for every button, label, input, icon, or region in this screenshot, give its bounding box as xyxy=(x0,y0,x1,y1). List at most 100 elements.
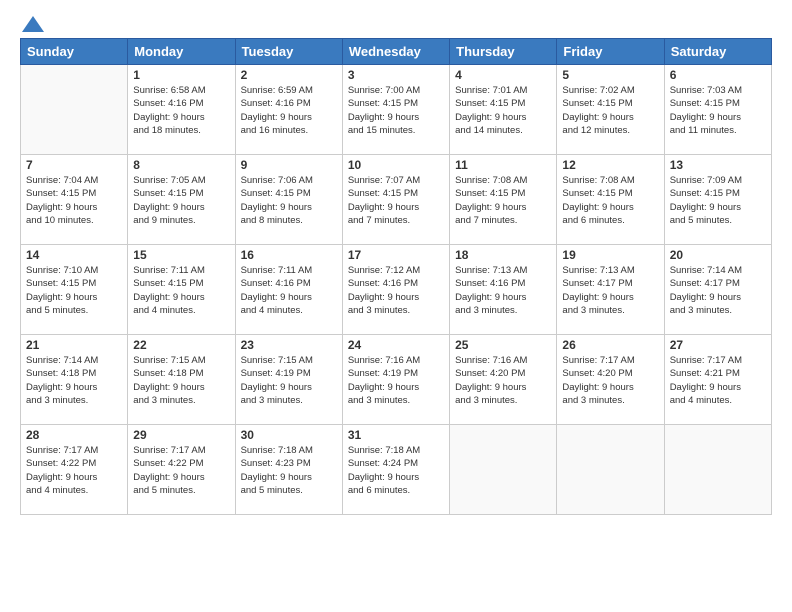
day-cell: 29 Sunrise: 7:17 AMSunset: 4:22 PMDayligh… xyxy=(128,425,235,515)
day-info: Sunrise: 7:11 AMSunset: 4:16 PMDaylight:… xyxy=(241,264,337,317)
day-number: 24 xyxy=(348,338,444,352)
day-info: Sunrise: 7:00 AMSunset: 4:15 PMDaylight:… xyxy=(348,84,444,137)
day-info: Sunrise: 7:13 AMSunset: 4:16 PMDaylight:… xyxy=(455,264,551,317)
logo xyxy=(20,16,46,28)
day-number: 3 xyxy=(348,68,444,82)
day-number: 13 xyxy=(670,158,766,172)
day-cell: 10Sunrise: 7:07 AMSunset: 4:15 PMDayligh… xyxy=(342,155,449,245)
weekday-header-monday: Monday xyxy=(128,39,235,65)
day-number: 7 xyxy=(26,158,122,172)
day-number: 10 xyxy=(348,158,444,172)
day-number: 27 xyxy=(670,338,766,352)
day-number: 1 xyxy=(133,68,229,82)
day-info: Sunrise: 7:02 AMSunset: 4:15 PMDaylight:… xyxy=(562,84,658,137)
day-info: Sunrise: 7:09 AMSunset: 4:15 PMDaylight:… xyxy=(670,174,766,227)
day-info: Sunrise: 7:11 AMSunset: 4:15 PMDaylight:… xyxy=(133,264,229,317)
day-number: 21 xyxy=(26,338,122,352)
day-cell: 8Sunrise: 7:05 AMSunset: 4:15 PMDaylight… xyxy=(128,155,235,245)
day-cell: 20 Sunrise: 7:14 AMSunset: 4:17 PMDayligh… xyxy=(664,245,771,335)
day-info: Sunrise: 7:18 AMSunset: 4:24 PMDaylight:… xyxy=(348,444,444,497)
day-number: 15 xyxy=(133,248,229,262)
day-number: 17 xyxy=(348,248,444,262)
day-number: 30 xyxy=(241,428,337,442)
page: SundayMondayTuesdayWednesdayThursdayFrid… xyxy=(0,0,792,612)
day-number: 9 xyxy=(241,158,337,172)
day-info: Sunrise: 7:16 AMSunset: 4:20 PMDaylight:… xyxy=(455,354,551,407)
day-info: Sunrise: 7:12 AMSunset: 4:16 PMDaylight:… xyxy=(348,264,444,317)
day-cell: 17 Sunrise: 7:12 AMSunset: 4:16 PMDayligh… xyxy=(342,245,449,335)
day-number: 4 xyxy=(455,68,551,82)
day-cell: 26 Sunrise: 7:17 AMSunset: 4:20 PMDayligh… xyxy=(557,335,664,425)
day-cell: 28Sunrise: 7:17 AMSunset: 4:22 PMDayligh… xyxy=(21,425,128,515)
day-number: 29 xyxy=(133,428,229,442)
day-cell: 23 Sunrise: 7:15 AMSunset: 4:19 PMDayligh… xyxy=(235,335,342,425)
day-info: Sunrise: 7:04 AMSunset: 4:15 PMDaylight:… xyxy=(26,174,122,227)
weekday-header-wednesday: Wednesday xyxy=(342,39,449,65)
day-number: 25 xyxy=(455,338,551,352)
day-cell: 9 Sunrise: 7:06 AMSunset: 4:15 PMDaylight… xyxy=(235,155,342,245)
calendar-table: SundayMondayTuesdayWednesdayThursdayFrid… xyxy=(20,38,772,515)
day-cell xyxy=(557,425,664,515)
week-row-4: 21Sunrise: 7:14 AMSunset: 4:18 PMDayligh… xyxy=(21,335,772,425)
day-info: Sunrise: 7:08 AMSunset: 4:15 PMDaylight:… xyxy=(455,174,551,227)
day-cell: 4Sunrise: 7:01 AMSunset: 4:15 PMDaylight… xyxy=(450,65,557,155)
day-cell: 30 Sunrise: 7:18 AMSunset: 4:23 PMDayligh… xyxy=(235,425,342,515)
weekday-header-saturday: Saturday xyxy=(664,39,771,65)
day-cell: 16 Sunrise: 7:11 AMSunset: 4:16 PMDayligh… xyxy=(235,245,342,335)
day-info: Sunrise: 6:59 AMSunset: 4:16 PMDaylight:… xyxy=(241,84,337,137)
day-cell: 21Sunrise: 7:14 AMSunset: 4:18 PMDayligh… xyxy=(21,335,128,425)
day-info: Sunrise: 7:17 AMSunset: 4:22 PMDaylight:… xyxy=(133,444,229,497)
weekday-header-row: SundayMondayTuesdayWednesdayThursdayFrid… xyxy=(21,39,772,65)
weekday-header-tuesday: Tuesday xyxy=(235,39,342,65)
day-cell xyxy=(450,425,557,515)
day-info: Sunrise: 7:10 AMSunset: 4:15 PMDaylight:… xyxy=(26,264,122,317)
day-info: Sunrise: 7:15 AMSunset: 4:18 PMDaylight:… xyxy=(133,354,229,407)
day-cell: 12Sunrise: 7:08 AMSunset: 4:15 PMDayligh… xyxy=(557,155,664,245)
day-number: 2 xyxy=(241,68,337,82)
day-info: Sunrise: 7:16 AMSunset: 4:19 PMDaylight:… xyxy=(348,354,444,407)
day-number: 22 xyxy=(133,338,229,352)
day-info: Sunrise: 7:03 AMSunset: 4:15 PMDaylight:… xyxy=(670,84,766,137)
day-cell: 7 Sunrise: 7:04 AMSunset: 4:15 PMDaylight… xyxy=(21,155,128,245)
day-number: 23 xyxy=(241,338,337,352)
day-cell: 24 Sunrise: 7:16 AMSunset: 4:19 PMDayligh… xyxy=(342,335,449,425)
day-number: 18 xyxy=(455,248,551,262)
day-info: Sunrise: 7:13 AMSunset: 4:17 PMDaylight:… xyxy=(562,264,658,317)
day-info: Sunrise: 7:08 AMSunset: 4:15 PMDaylight:… xyxy=(562,174,658,227)
day-number: 20 xyxy=(670,248,766,262)
day-info: Sunrise: 7:17 AMSunset: 4:21 PMDaylight:… xyxy=(670,354,766,407)
week-row-5: 28Sunrise: 7:17 AMSunset: 4:22 PMDayligh… xyxy=(21,425,772,515)
day-info: Sunrise: 7:18 AMSunset: 4:23 PMDaylight:… xyxy=(241,444,337,497)
day-cell xyxy=(664,425,771,515)
day-cell: 22 Sunrise: 7:15 AMSunset: 4:18 PMDayligh… xyxy=(128,335,235,425)
day-cell: 18 Sunrise: 7:13 AMSunset: 4:16 PMDayligh… xyxy=(450,245,557,335)
day-info: Sunrise: 7:06 AMSunset: 4:15 PMDaylight:… xyxy=(241,174,337,227)
header xyxy=(20,16,772,28)
day-number: 26 xyxy=(562,338,658,352)
day-number: 11 xyxy=(455,158,551,172)
day-cell: 2 Sunrise: 6:59 AMSunset: 4:16 PMDaylight… xyxy=(235,65,342,155)
day-cell: 31 Sunrise: 7:18 AMSunset: 4:24 PMDayligh… xyxy=(342,425,449,515)
day-number: 16 xyxy=(241,248,337,262)
day-cell: 25 Sunrise: 7:16 AMSunset: 4:20 PMDayligh… xyxy=(450,335,557,425)
day-cell: 3 Sunrise: 7:00 AMSunset: 4:15 PMDaylight… xyxy=(342,65,449,155)
day-cell: 15 Sunrise: 7:11 AMSunset: 4:15 PMDayligh… xyxy=(128,245,235,335)
day-number: 6 xyxy=(670,68,766,82)
day-info: Sunrise: 6:58 AMSunset: 4:16 PMDaylight:… xyxy=(133,84,229,137)
day-cell: 11 Sunrise: 7:08 AMSunset: 4:15 PMDayligh… xyxy=(450,155,557,245)
day-info: Sunrise: 7:05 AMSunset: 4:15 PMDaylight:… xyxy=(133,174,229,227)
day-info: Sunrise: 7:14 AMSunset: 4:17 PMDaylight:… xyxy=(670,264,766,317)
day-number: 31 xyxy=(348,428,444,442)
day-cell: 14Sunrise: 7:10 AMSunset: 4:15 PMDayligh… xyxy=(21,245,128,335)
day-cell: 6 Sunrise: 7:03 AMSunset: 4:15 PMDaylight… xyxy=(664,65,771,155)
week-row-2: 7 Sunrise: 7:04 AMSunset: 4:15 PMDaylight… xyxy=(21,155,772,245)
day-cell: 1 Sunrise: 6:58 AMSunset: 4:16 PMDaylight… xyxy=(128,65,235,155)
day-info: Sunrise: 7:15 AMSunset: 4:19 PMDaylight:… xyxy=(241,354,337,407)
day-cell xyxy=(21,65,128,155)
day-number: 5 xyxy=(562,68,658,82)
weekday-header-sunday: Sunday xyxy=(21,39,128,65)
weekday-header-friday: Friday xyxy=(557,39,664,65)
day-info: Sunrise: 7:17 AMSunset: 4:20 PMDaylight:… xyxy=(562,354,658,407)
day-cell: 19Sunrise: 7:13 AMSunset: 4:17 PMDayligh… xyxy=(557,245,664,335)
week-row-3: 14Sunrise: 7:10 AMSunset: 4:15 PMDayligh… xyxy=(21,245,772,335)
